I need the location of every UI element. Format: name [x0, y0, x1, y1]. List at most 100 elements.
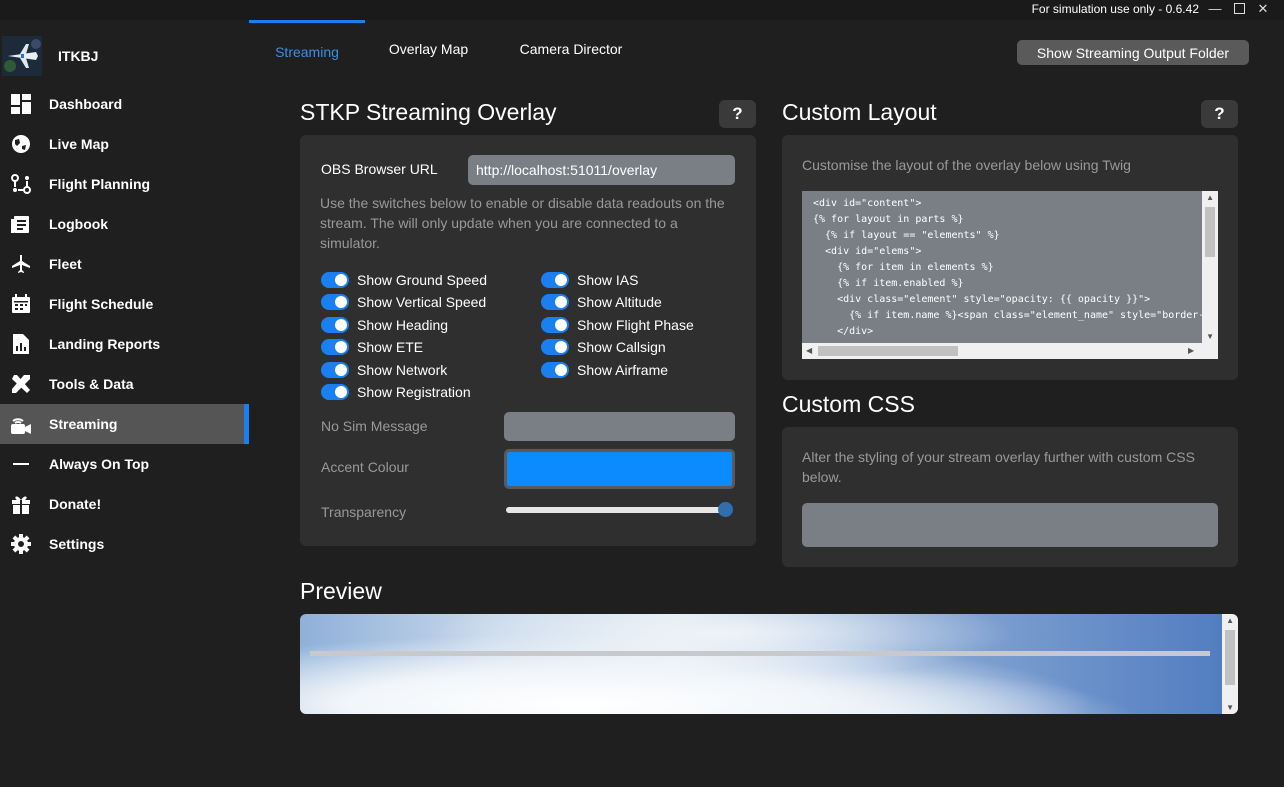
- custom-css-input[interactable]: [802, 503, 1218, 547]
- streaming-icon: [10, 413, 32, 435]
- sidebar-item-label: Fleet: [49, 256, 82, 272]
- transparency-slider-thumb[interactable]: [718, 502, 733, 517]
- show-output-folder-button[interactable]: Show Streaming Output Folder: [1017, 40, 1249, 65]
- sidebar-item-logbook[interactable]: Logbook: [0, 204, 249, 244]
- scroll-thumb[interactable]: [1225, 630, 1235, 685]
- sidebar-item-label: Live Map: [49, 136, 109, 152]
- minus-icon: [10, 453, 32, 475]
- scroll-down-icon[interactable]: ▼: [1226, 703, 1234, 712]
- sidebar-item-label: Settings: [49, 536, 105, 552]
- preview-title: Preview: [300, 578, 382, 604]
- preview-overlay-bar: [310, 651, 1210, 656]
- custom-css-description: Alter the styling of your stream overlay…: [802, 449, 1195, 485]
- sidebar-item-settings[interactable]: Settings: [0, 524, 249, 564]
- switch-show-network[interactable]: Show Network: [321, 361, 447, 379]
- scroll-up-icon[interactable]: ▲: [1226, 616, 1234, 625]
- dashboard-icon: [10, 93, 32, 115]
- sidebar-item-flight-schedule[interactable]: Flight Schedule: [0, 284, 249, 324]
- airplane-icon: [10, 253, 32, 275]
- switch-show-ias[interactable]: Show IAS: [541, 271, 638, 289]
- profile[interactable]: ITKBJ: [0, 36, 249, 78]
- switch-label: Show Registration: [357, 384, 471, 400]
- switch-show-vertical-speed[interactable]: Show Vertical Speed: [321, 293, 486, 311]
- switch-show-airframe[interactable]: Show Airframe: [541, 361, 668, 379]
- tab-streaming[interactable]: Streaming: [249, 20, 365, 80]
- toggle-switch[interactable]: [541, 294, 569, 310]
- obs-url-field[interactable]: [468, 155, 735, 185]
- sidebar-item-label: Flight Schedule: [49, 296, 154, 312]
- tab-camera-director[interactable]: Camera Director: [500, 20, 642, 77]
- sidebar-item-always-on-top[interactable]: Always On Top: [0, 444, 249, 484]
- switch-label: Show Vertical Speed: [357, 294, 487, 310]
- toggle-switch[interactable]: [321, 339, 349, 355]
- toggle-switch[interactable]: [541, 272, 569, 288]
- sidebar-item-label: Dashboard: [49, 96, 123, 112]
- preview-scrollbar[interactable]: ▲ ▼: [1222, 614, 1238, 714]
- sidebar-item-donate[interactable]: Donate!: [0, 484, 249, 524]
- close-icon[interactable]: ✕: [1254, 1, 1272, 17]
- no-sim-message-field[interactable]: [504, 412, 735, 441]
- toggle-switch[interactable]: [321, 272, 349, 288]
- switch-show-callsign[interactable]: Show Callsign: [541, 338, 666, 356]
- custom-css-title: Custom CSS: [782, 391, 915, 417]
- tools-icon: [10, 373, 32, 395]
- scroll-right-icon[interactable]: ▶: [1188, 346, 1194, 355]
- switch-label: Show Flight Phase: [577, 317, 694, 333]
- switch-label: Show Callsign: [577, 339, 666, 355]
- overlay-help-button[interactable]: ?: [719, 100, 756, 128]
- switch-label: Show Heading: [357, 317, 449, 333]
- tab-overlay-map[interactable]: Overlay Map: [372, 20, 485, 77]
- switch-label: Show ETE: [357, 339, 424, 355]
- maximize-icon[interactable]: [1230, 1, 1248, 17]
- scroll-thumb[interactable]: [818, 346, 958, 356]
- sidebar-item-label: Streaming: [49, 416, 118, 432]
- toggle-switch[interactable]: [321, 384, 349, 400]
- sidebar-item-dashboard[interactable]: Dashboard: [0, 84, 249, 124]
- gear-icon: [10, 533, 32, 555]
- layout-code: <div id="content"> {% for layout in part…: [813, 198, 1218, 337]
- sidebar-item-label: Donate!: [49, 496, 102, 512]
- switch-show-flight-phase[interactable]: Show Flight Phase: [541, 316, 694, 334]
- sidebar-item-fleet[interactable]: Fleet: [0, 244, 249, 284]
- obs-url-label: OBS Browser URL: [321, 161, 438, 177]
- accent-colour-picker[interactable]: [504, 449, 735, 489]
- calendar-icon: [10, 293, 32, 315]
- scroll-up-icon[interactable]: ▲: [1206, 193, 1214, 202]
- code-horizontal-scrollbar[interactable]: ◀ ▶: [802, 343, 1218, 359]
- route-icon: [10, 173, 32, 195]
- sidebar-item-label: Tools & Data: [49, 376, 134, 392]
- custom-layout-description: Customise the layout of the overlay belo…: [802, 157, 1131, 173]
- title-bar: For simulation use only - 0.6.42 — ✕: [0, 0, 1284, 20]
- sidebar-item-streaming[interactable]: Streaming: [0, 404, 249, 444]
- scroll-left-icon[interactable]: ◀: [806, 346, 812, 355]
- layout-help-button[interactable]: ?: [1201, 100, 1238, 128]
- layout-code-editor[interactable]: <div id="content"> {% for layout in part…: [802, 191, 1218, 359]
- switch-label: Show Network: [357, 362, 448, 378]
- scroll-thumb[interactable]: [1205, 207, 1215, 257]
- toggle-switch[interactable]: [321, 362, 349, 378]
- custom-layout-title: Custom Layout: [782, 99, 937, 125]
- avatar: [2, 36, 42, 76]
- toggle-switch[interactable]: [541, 339, 569, 355]
- switch-show-altitude[interactable]: Show Altitude: [541, 293, 662, 311]
- switch-show-ete[interactable]: Show ETE: [321, 338, 423, 356]
- simulation-notice: For simulation use only - 0.6.42: [1031, 2, 1199, 16]
- transparency-slider-track[interactable]: [506, 507, 726, 513]
- sidebar-item-live-map[interactable]: Live Map: [0, 124, 249, 164]
- toggle-switch[interactable]: [321, 317, 349, 333]
- sidebar-item-landing-reports[interactable]: Landing Reports: [0, 324, 249, 364]
- switch-show-heading[interactable]: Show Heading: [321, 316, 448, 334]
- switch-show-registration[interactable]: Show Registration: [321, 383, 471, 401]
- minimize-icon[interactable]: —: [1206, 1, 1224, 17]
- toggle-switch[interactable]: [321, 294, 349, 310]
- sidebar-item-tools-data[interactable]: Tools & Data: [0, 364, 249, 404]
- sidebar-item-flight-planning[interactable]: Flight Planning: [0, 164, 249, 204]
- code-vertical-scrollbar[interactable]: ▲ ▼: [1202, 191, 1218, 343]
- profile-name: ITKBJ: [58, 48, 99, 64]
- toggle-switch[interactable]: [541, 362, 569, 378]
- transparency-label: Transparency: [321, 504, 407, 520]
- scroll-down-icon[interactable]: ▼: [1206, 332, 1214, 341]
- toggle-switch[interactable]: [541, 317, 569, 333]
- switch-show-ground-speed[interactable]: Show Ground Speed: [321, 271, 487, 289]
- sidebar-item-label: Flight Planning: [49, 176, 151, 192]
